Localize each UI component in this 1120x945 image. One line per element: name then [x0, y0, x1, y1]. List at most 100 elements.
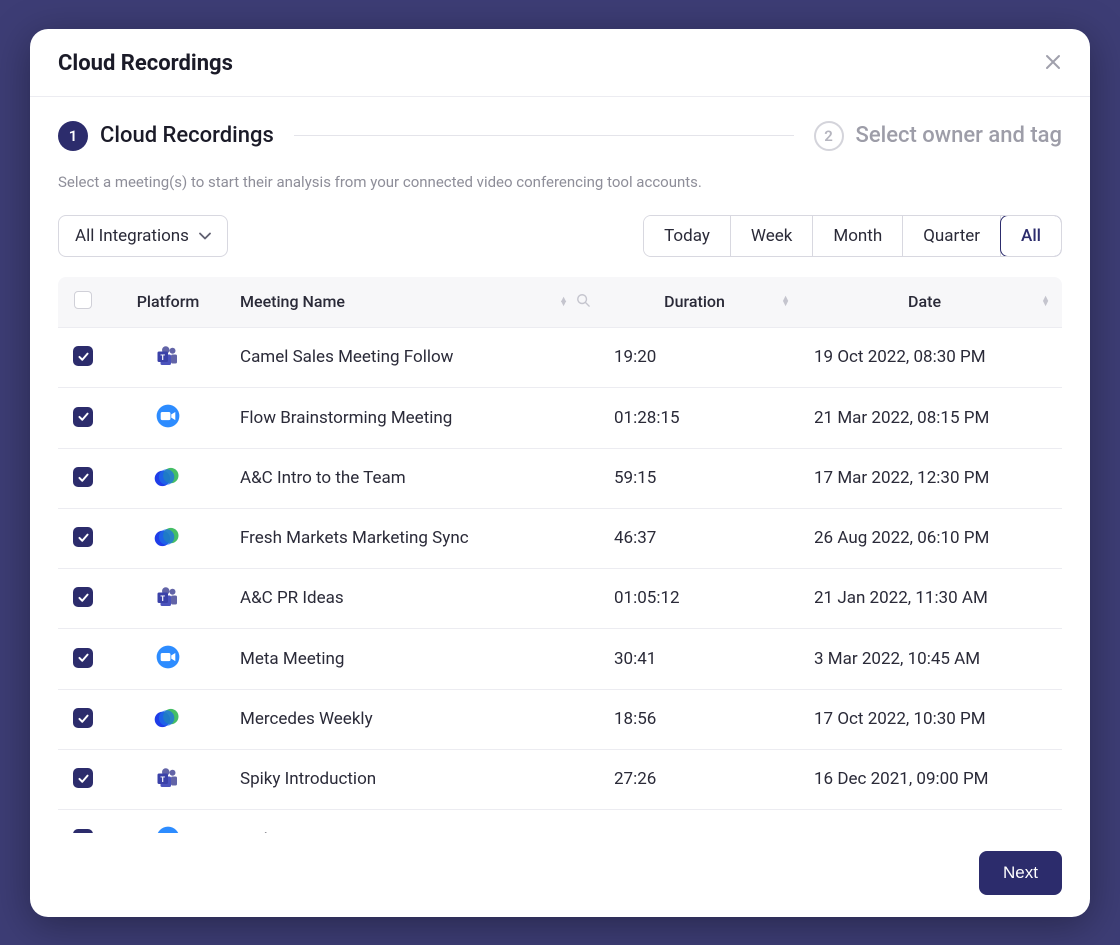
meeting-name-cell: Meta Meeting: [228, 628, 602, 689]
header-platform[interactable]: Platform: [108, 277, 228, 328]
header-date[interactable]: Date ▲▼: [802, 277, 1062, 328]
table-row[interactable]: A&C Intro to the Team59:1517 Mar 2022, 1…: [58, 448, 1062, 508]
time-filter-today[interactable]: Today: [644, 216, 731, 256]
svg-text:T: T: [160, 352, 165, 361]
table-row[interactable]: T Camel Sales Meeting Follow19:2019 Oct 2…: [58, 327, 1062, 387]
platform-cell: [108, 448, 228, 508]
date-cell: 19 Oct 2022, 08:30 PM: [802, 327, 1062, 387]
row-checkbox[interactable]: [73, 346, 93, 366]
date-cell: 16 Dec 2021, 09:00 PM: [802, 749, 1062, 809]
step-divider: [294, 135, 794, 136]
row-checkbox[interactable]: [73, 407, 93, 427]
meeting-name-cell: Mercedes Weekly: [228, 689, 602, 749]
date-cell: 21 Mar 2022, 08:15 PM: [802, 387, 1062, 448]
date-cell: 24 Nov 2021, 09:30 PM: [802, 809, 1062, 833]
teams-icon: T: [154, 764, 182, 792]
stepper: 1 Cloud Recordings 2 Select owner and ta…: [58, 121, 1062, 151]
row-checkbox-cell: [58, 568, 108, 628]
platform-cell: [108, 508, 228, 568]
table-row[interactable]: TA&C PR Ideas01:05:1221 Jan 2022, 11:30 …: [58, 568, 1062, 628]
recordings-table-wrap: Platform Meeting Name ▲▼: [58, 277, 1062, 833]
date-cell: 3 Mar 2022, 10:45 AM: [802, 628, 1062, 689]
duration-cell: 46:37: [602, 508, 802, 568]
duration-cell: 01:28:15: [602, 387, 802, 448]
row-checkbox-cell: [58, 749, 108, 809]
platform-cell: T: [108, 568, 228, 628]
sort-icon[interactable]: ▲▼: [1041, 297, 1050, 306]
row-checkbox-cell: [58, 689, 108, 749]
time-filter-quarter[interactable]: Quarter: [903, 216, 1001, 256]
date-cell: 26 Aug 2022, 06:10 PM: [802, 508, 1062, 568]
platform-cell: T: [108, 327, 228, 387]
table-row[interactable]: Spiky Agreement24:2024 Nov 2021, 09:30 P…: [58, 809, 1062, 833]
row-checkbox[interactable]: [73, 708, 93, 728]
meeting-name-cell: A&C Intro to the Team: [228, 448, 602, 508]
step-1: 1 Cloud Recordings: [58, 121, 274, 151]
svg-text:T: T: [160, 593, 165, 602]
duration-cell: 27:26: [602, 749, 802, 809]
close-icon[interactable]: [1044, 53, 1062, 74]
table-row[interactable]: Meta Meeting30:413 Mar 2022, 10:45 AM: [58, 628, 1062, 689]
modal-header: Cloud Recordings: [30, 29, 1090, 97]
header-checkbox-cell: [58, 277, 108, 328]
platform-cell: [108, 809, 228, 833]
meeting-name-cell: Fresh Markets Marketing Sync: [228, 508, 602, 568]
teams-icon: T: [154, 342, 182, 370]
zoom-icon: [154, 824, 182, 833]
table-row[interactable]: T Spiky Introduction27:2616 Dec 2021, 09:…: [58, 749, 1062, 809]
time-filter-month[interactable]: Month: [813, 216, 903, 256]
meeting-name-cell: A&C PR Ideas: [228, 568, 602, 628]
controls-row: All Integrations Today Week Month Quarte…: [58, 215, 1062, 257]
duration-cell: 19:20: [602, 327, 802, 387]
sort-icon[interactable]: ▲▼: [559, 298, 568, 307]
chevron-down-icon: [199, 229, 211, 243]
time-filter-week[interactable]: Week: [731, 216, 813, 256]
instruction-text: Select a meeting(s) to start their analy…: [58, 173, 1062, 191]
platform-cell: T: [108, 749, 228, 809]
row-checkbox-cell: [58, 508, 108, 568]
row-checkbox[interactable]: [73, 467, 93, 487]
modal-body: 1 Cloud Recordings 2 Select owner and ta…: [30, 97, 1090, 833]
date-cell: 17 Oct 2022, 10:30 PM: [802, 689, 1062, 749]
recordings-table: Platform Meeting Name ▲▼: [58, 277, 1062, 833]
row-checkbox[interactable]: [73, 587, 93, 607]
row-checkbox[interactable]: [73, 768, 93, 788]
step-2-number: 2: [814, 121, 844, 151]
table-row[interactable]: Mercedes Weekly18:5617 Oct 2022, 10:30 P…: [58, 689, 1062, 749]
modal-footer: Next: [30, 833, 1090, 917]
date-cell: 17 Mar 2022, 12:30 PM: [802, 448, 1062, 508]
meeting-name-cell: Spiky Agreement: [228, 809, 602, 833]
platform-cell: [108, 689, 228, 749]
platform-cell: [108, 628, 228, 689]
row-checkbox[interactable]: [73, 527, 93, 547]
header-meeting-name[interactable]: Meeting Name ▲▼: [228, 277, 602, 328]
row-checkbox-cell: [58, 809, 108, 833]
time-filter-all[interactable]: All: [1000, 215, 1062, 257]
webex-icon: [154, 523, 182, 551]
search-icon[interactable]: [576, 295, 590, 311]
meeting-name-cell: Camel Sales Meeting Follow: [228, 327, 602, 387]
time-filter-group: Today Week Month Quarter All: [643, 215, 1062, 257]
teams-icon: T: [154, 583, 182, 611]
duration-cell: 30:41: [602, 628, 802, 689]
meeting-name-cell: Flow Brainstorming Meeting: [228, 387, 602, 448]
row-checkbox-cell: [58, 628, 108, 689]
header-duration[interactable]: Duration ▲▼: [602, 277, 802, 328]
meeting-name-cell: Spiky Introduction: [228, 749, 602, 809]
select-all-checkbox[interactable]: [74, 291, 92, 309]
webex-icon: [154, 463, 182, 491]
step-2: 2 Select owner and tag: [814, 121, 1063, 151]
duration-cell: 01:05:12: [602, 568, 802, 628]
row-checkbox[interactable]: [73, 648, 93, 668]
duration-cell: 18:56: [602, 689, 802, 749]
step-1-number: 1: [58, 121, 88, 151]
sort-icon[interactable]: ▲▼: [781, 297, 790, 306]
integrations-dropdown[interactable]: All Integrations: [58, 215, 228, 257]
step-1-label: Cloud Recordings: [100, 123, 274, 148]
table-row[interactable]: Fresh Markets Marketing Sync46:3726 Aug …: [58, 508, 1062, 568]
svg-text:T: T: [160, 774, 165, 783]
table-row[interactable]: Flow Brainstorming Meeting01:28:1521 Mar…: [58, 387, 1062, 448]
integrations-label: All Integrations: [75, 226, 189, 246]
modal-title: Cloud Recordings: [58, 51, 233, 76]
next-button[interactable]: Next: [979, 851, 1062, 895]
